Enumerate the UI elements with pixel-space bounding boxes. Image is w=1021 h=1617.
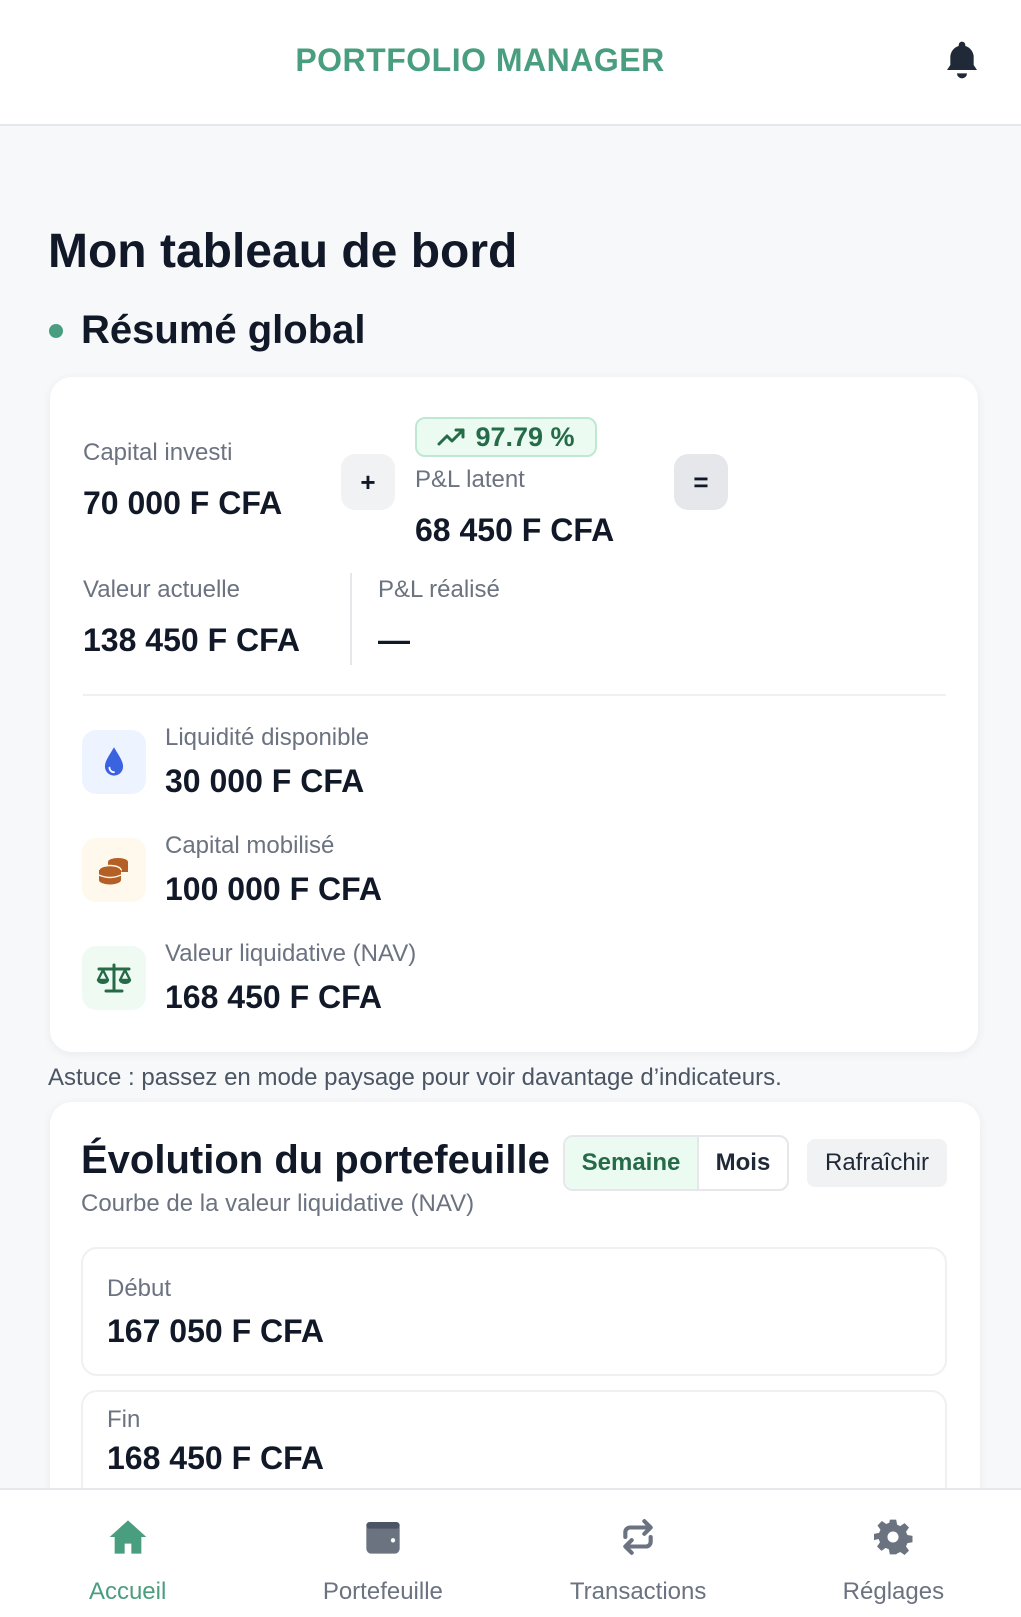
plus-button[interactable]: +	[341, 454, 395, 510]
page-title: Mon tableau de bord	[48, 225, 518, 278]
divider	[83, 694, 946, 696]
refresh-button[interactable]: Rafraîchir	[807, 1139, 947, 1187]
evolution-subtitle: Courbe de la valeur liquidative (NAV)	[81, 1190, 475, 1217]
evolution-title: Évolution du portefeuille	[81, 1138, 550, 1182]
nav-portefeuille[interactable]: Portefeuille	[255, 1490, 510, 1617]
equals-button[interactable]: =	[674, 454, 728, 510]
period-segmented-control: Semaine Mois	[563, 1135, 789, 1191]
pl-realise-label: P&L réalisé	[378, 576, 500, 603]
home-icon	[109, 1520, 146, 1554]
tab-semaine[interactable]: Semaine	[565, 1137, 699, 1189]
nav-accueil[interactable]: Accueil	[0, 1490, 255, 1617]
start-label: Début	[107, 1275, 172, 1302]
coins-icon	[82, 838, 146, 902]
arrows-exchange-icon	[623, 1519, 653, 1555]
pl-latent-label: P&L latent	[415, 466, 525, 493]
end-label: Fin	[107, 1406, 141, 1433]
nav-label: Réglages	[842, 1578, 945, 1605]
section-dot	[49, 324, 63, 338]
capital-mobilise-value: 100 000 F CFA	[165, 871, 382, 907]
divider	[350, 573, 352, 665]
end-value: 168 450 F CFA	[107, 1440, 324, 1476]
nav-reglages[interactable]: Réglages	[766, 1490, 1021, 1617]
pl-percent: 97.79 %	[475, 421, 575, 452]
app-title: PORTFOLIO MANAGER	[295, 42, 665, 78]
pl-percent-badge: 97.79 %	[415, 417, 597, 457]
start-value: 167 050 F CFA	[107, 1313, 324, 1349]
tab-mois[interactable]: Mois	[699, 1137, 787, 1189]
capital-mobilise-label: Capital mobilisé	[165, 832, 335, 859]
capital-investi-label: Capital investi	[83, 439, 233, 466]
nav-label: Valeur liquidative (NAV)	[165, 940, 417, 967]
valeur-actuelle-value: 138 450 F CFA	[83, 622, 300, 658]
scale-icon	[82, 946, 146, 1010]
trending-up-icon	[437, 428, 465, 446]
bell-icon[interactable]	[942, 38, 982, 82]
wallet-icon	[366, 1522, 400, 1554]
bottom-nav: Accueil Portefeuille Transactions Réglag…	[0, 1488, 1021, 1617]
start-box: Début 167 050 F CFA	[81, 1247, 947, 1376]
droplet-icon	[82, 730, 146, 794]
tip-text: Astuce : passez en mode paysage pour voi…	[48, 1064, 782, 1091]
liquidite-label: Liquidité disponible	[165, 724, 370, 751]
pl-latent-value: 68 450 F CFA	[415, 512, 615, 548]
app-header: PORTFOLIO MANAGER	[0, 0, 1021, 126]
gear-icon	[874, 1519, 913, 1556]
nav-value: 168 450 F CFA	[165, 979, 382, 1015]
section-title: Résumé global	[81, 308, 366, 352]
nav-label: Accueil	[88, 1578, 167, 1605]
liquidite-value: 30 000 F CFA	[165, 763, 365, 799]
pl-realise-value: —	[378, 622, 410, 658]
capital-investi-value: 70 000 F CFA	[83, 485, 283, 521]
nav-transactions[interactable]: Transactions	[511, 1490, 766, 1617]
nav-label: Transactions	[569, 1578, 707, 1605]
valeur-actuelle-label: Valeur actuelle	[83, 576, 240, 603]
nav-label: Portefeuille	[322, 1578, 443, 1605]
